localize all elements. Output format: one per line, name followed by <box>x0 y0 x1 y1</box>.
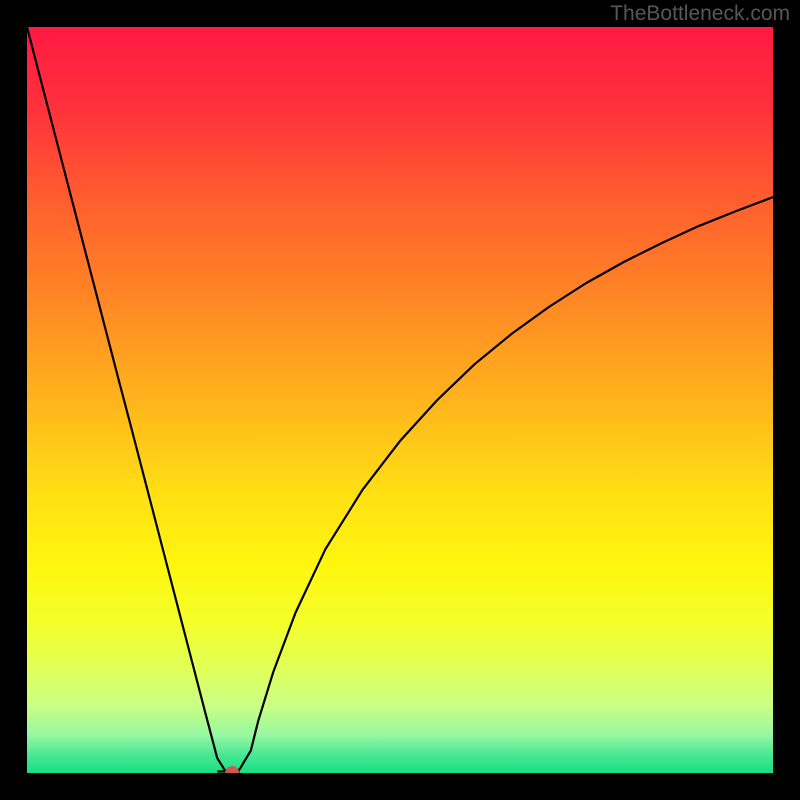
chart-frame: TheBottleneck.com <box>0 0 800 800</box>
gradient-background <box>27 27 773 773</box>
watermark-text: TheBottleneck.com <box>610 2 790 26</box>
chart-plot <box>27 27 773 773</box>
